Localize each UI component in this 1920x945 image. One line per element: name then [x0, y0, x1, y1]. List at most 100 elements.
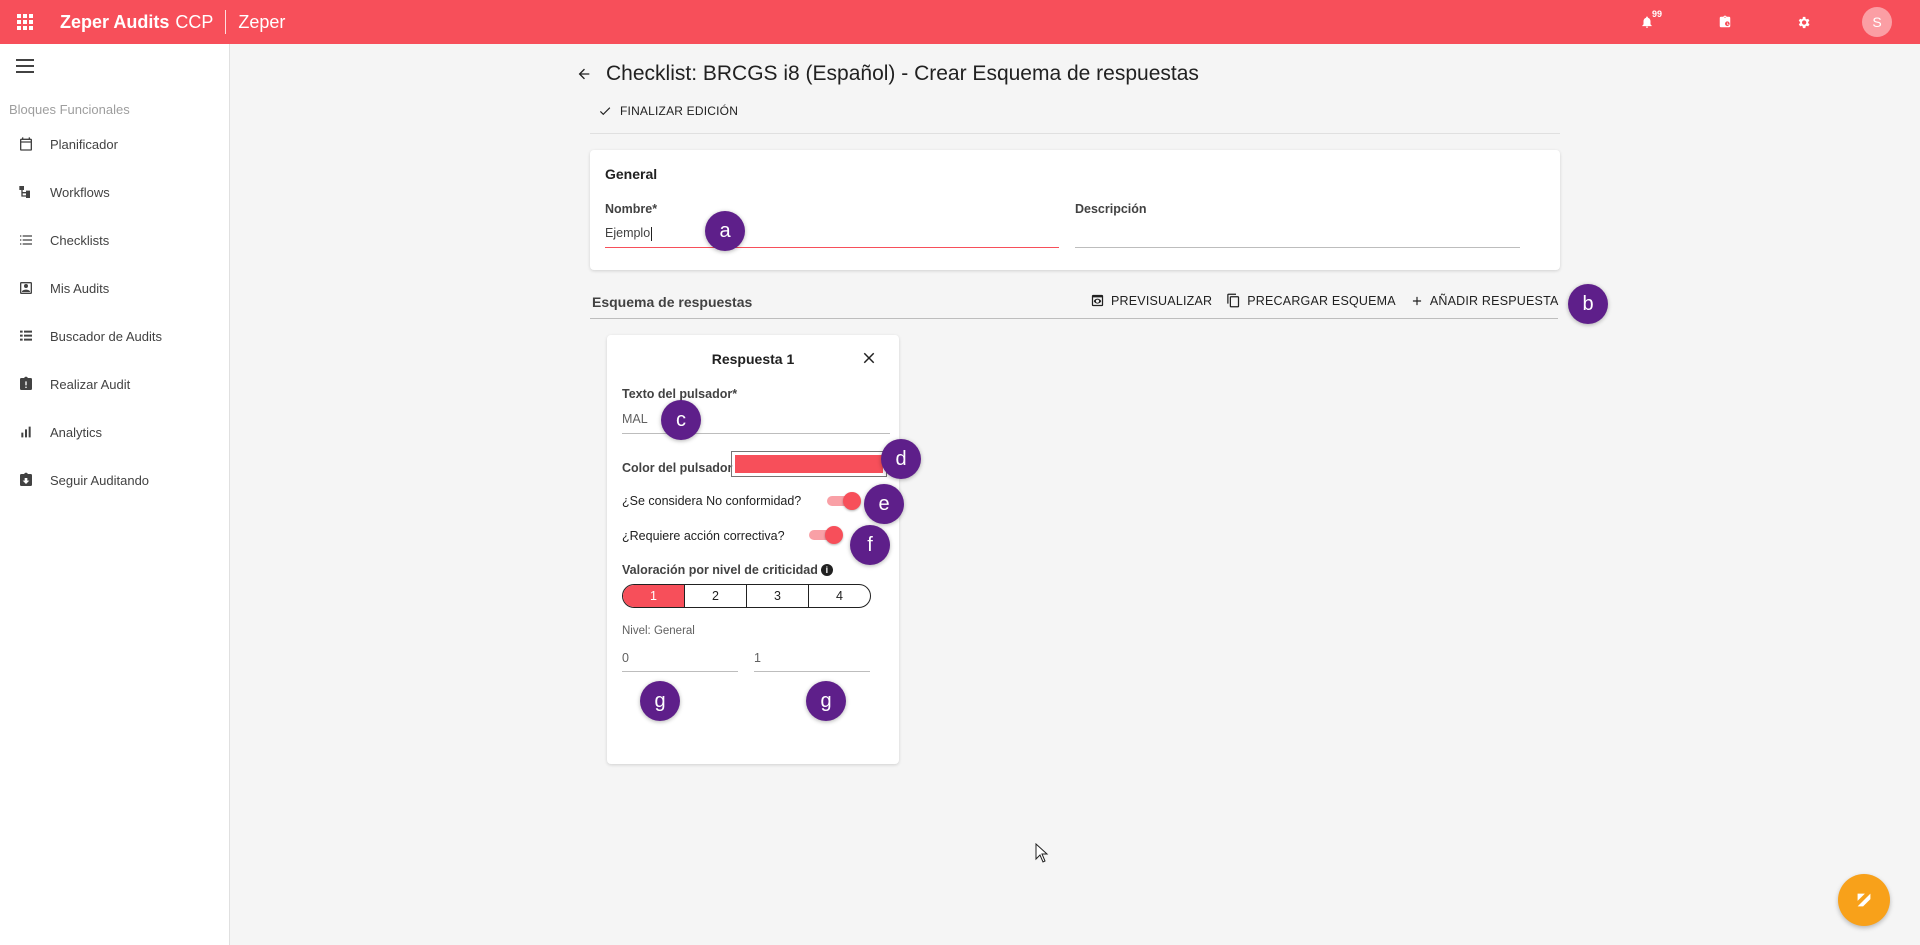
sidebar-item-planificador[interactable]: Planificador [0, 120, 230, 168]
sidebar-item-label: Mis Audits [50, 280, 110, 296]
settings-button[interactable] [1764, 0, 1842, 44]
calendar-icon [17, 135, 35, 153]
general-card-title: General [605, 166, 658, 182]
back-button[interactable] [574, 64, 594, 84]
sidebar-item-seguir-auditando[interactable]: Seguir Auditando [0, 456, 230, 504]
apps-grid-button[interactable] [0, 0, 50, 44]
finish-editing-button[interactable]: FINALIZAR EDICIÓN [598, 104, 738, 118]
plus-icon [1410, 294, 1424, 308]
button-text-underline [622, 433, 890, 434]
criticality-level-1[interactable]: 1 [623, 585, 684, 607]
annotation-marker-e: e [864, 484, 904, 524]
preview-button[interactable]: PREVISUALIZAR [1090, 293, 1212, 308]
gear-icon [1798, 16, 1809, 28]
preview-label: PREVISUALIZAR [1111, 293, 1213, 308]
button-color-picker[interactable] [731, 451, 887, 477]
criticality-label-text: Valoración por nivel de criticidad [622, 563, 818, 577]
info-icon[interactable]: i [820, 564, 833, 576]
organization-name: Zeper [238, 11, 286, 32]
preload-schema-label: PRECARGAR ESQUEMA [1247, 293, 1396, 308]
search-list-icon [17, 327, 35, 345]
nonconformity-label: ¿Se considera No conformidad? [622, 494, 802, 508]
user-avatar[interactable]: S [1862, 7, 1892, 37]
sidebar-item-label: Planificador [50, 136, 118, 152]
page-header: Checklist: BRCGS i8 (Español) - Crear Es… [574, 62, 1199, 86]
sidebar-item-label: Seguir Auditando [50, 472, 150, 488]
page-title: Checklist: BRCGS i8 (Español) - Crear Es… [606, 62, 1199, 85]
clipboard-clock-icon [1719, 15, 1731, 28]
apps-grid-icon [17, 14, 33, 30]
color-swatch [735, 455, 883, 473]
check-icon [599, 107, 611, 116]
button-text-field[interactable]: MAL [622, 412, 648, 426]
copy-icon [1226, 293, 1241, 308]
sidebar-item-label: Workflows [50, 184, 110, 200]
add-response-label: AÑADIR RESPUESTA [1429, 293, 1559, 308]
notifications-button[interactable]: 99 [1608, 0, 1686, 44]
remove-response-button[interactable] [860, 349, 878, 367]
description-field-label: Descripción [1075, 202, 1147, 216]
sidebar-item-realizar-audit[interactable]: Realizar Audit [0, 360, 230, 408]
schema-divider [590, 318, 1558, 319]
preview-icon [1090, 293, 1105, 308]
name-field[interactable]: Ejemplo [605, 226, 653, 241]
annotation-marker-g: g [640, 681, 680, 721]
clipboard-download-icon [17, 471, 35, 489]
corrective-action-toggle[interactable] [807, 526, 843, 544]
score-max-underline [754, 671, 870, 672]
schema-actions: PREVISUALIZAR PRECARGAR ESQUEMA AÑADIR R… [1090, 293, 1573, 308]
clipboard-alert-icon [17, 375, 35, 393]
sidebar-item-buscador-de-audits[interactable]: Buscador de Audits [0, 312, 230, 360]
finish-editing-label: FINALIZAR EDICIÓN [620, 104, 739, 118]
schema-section-title: Esquema de respuestas [592, 294, 753, 310]
clipboard-button[interactable] [1686, 0, 1764, 44]
sidebar: Bloques Funcionales Planificador Workflo… [0, 44, 230, 945]
description-field[interactable] [1075, 247, 1520, 248]
sidebar-item-label: Buscador de Audits [50, 328, 163, 344]
sidebar-item-mis-audits[interactable]: Mis Audits [0, 264, 230, 312]
criticality-label: Valoración por nivel de criticidad i [622, 563, 833, 577]
score-max-field[interactable]: 1 [754, 651, 761, 665]
preload-schema-button[interactable]: PRECARGAR ESQUEMA [1226, 293, 1396, 308]
bar-chart-icon [17, 423, 35, 441]
score-min-underline [622, 671, 738, 672]
button-text-label: Texto del pulsador* [622, 387, 738, 401]
header-divider [590, 133, 1560, 134]
sidebar-item-label: Analytics [50, 424, 103, 440]
sidebar-item-analytics[interactable]: Analytics [0, 408, 230, 456]
nonconformity-toggle[interactable] [825, 492, 861, 510]
annotation-marker-c: c [661, 400, 701, 440]
button-color-label: Color del pulsador [622, 461, 733, 475]
top-bar: Zeper Audits CCP Zeper 99 S [0, 0, 1920, 44]
sidebar-item-workflows[interactable]: Workflows [0, 168, 230, 216]
name-field-value: Ejemplo [605, 226, 651, 240]
score-min-field[interactable]: 0 [622, 651, 629, 665]
annotation-marker-a: a [705, 211, 745, 251]
sidebar-item-checklists[interactable]: Checklists [0, 216, 230, 264]
criticality-level-3[interactable]: 3 [746, 585, 808, 607]
general-card: General Nombre* Ejemplo Descripción [590, 150, 1560, 270]
mouse-cursor-icon [1035, 843, 1049, 863]
name-field-underline [605, 247, 1059, 248]
brand-suffix: CCP [175, 11, 214, 32]
annotation-marker-g: g [806, 681, 846, 721]
annotation-marker-f: f [850, 525, 890, 565]
list-icon [17, 231, 35, 249]
sidebar-item-label: Realizar Audit [50, 376, 131, 392]
chat-widget-icon [1857, 893, 1871, 907]
sidebar-item-label: Checklists [50, 232, 110, 248]
workflow-icon [17, 183, 35, 201]
add-response-button[interactable]: AÑADIR RESPUESTA [1410, 294, 1559, 308]
text-caret [651, 226, 653, 241]
help-widget-button[interactable] [1838, 874, 1890, 926]
menu-toggle-button[interactable] [16, 59, 36, 75]
annotation-marker-b: b [1568, 284, 1608, 324]
criticality-level-4[interactable]: 4 [808, 585, 870, 607]
brand-name: Zeper Audits [60, 11, 170, 32]
criticality-level-2[interactable]: 2 [684, 585, 746, 607]
name-field-label: Nombre* [605, 202, 658, 216]
sidebar-section-title: Bloques Funcionales [9, 102, 130, 117]
corrective-action-label: ¿Requiere acción correctiva? [622, 529, 785, 543]
level-label: Nivel: General [622, 625, 695, 637]
close-icon [863, 352, 875, 364]
